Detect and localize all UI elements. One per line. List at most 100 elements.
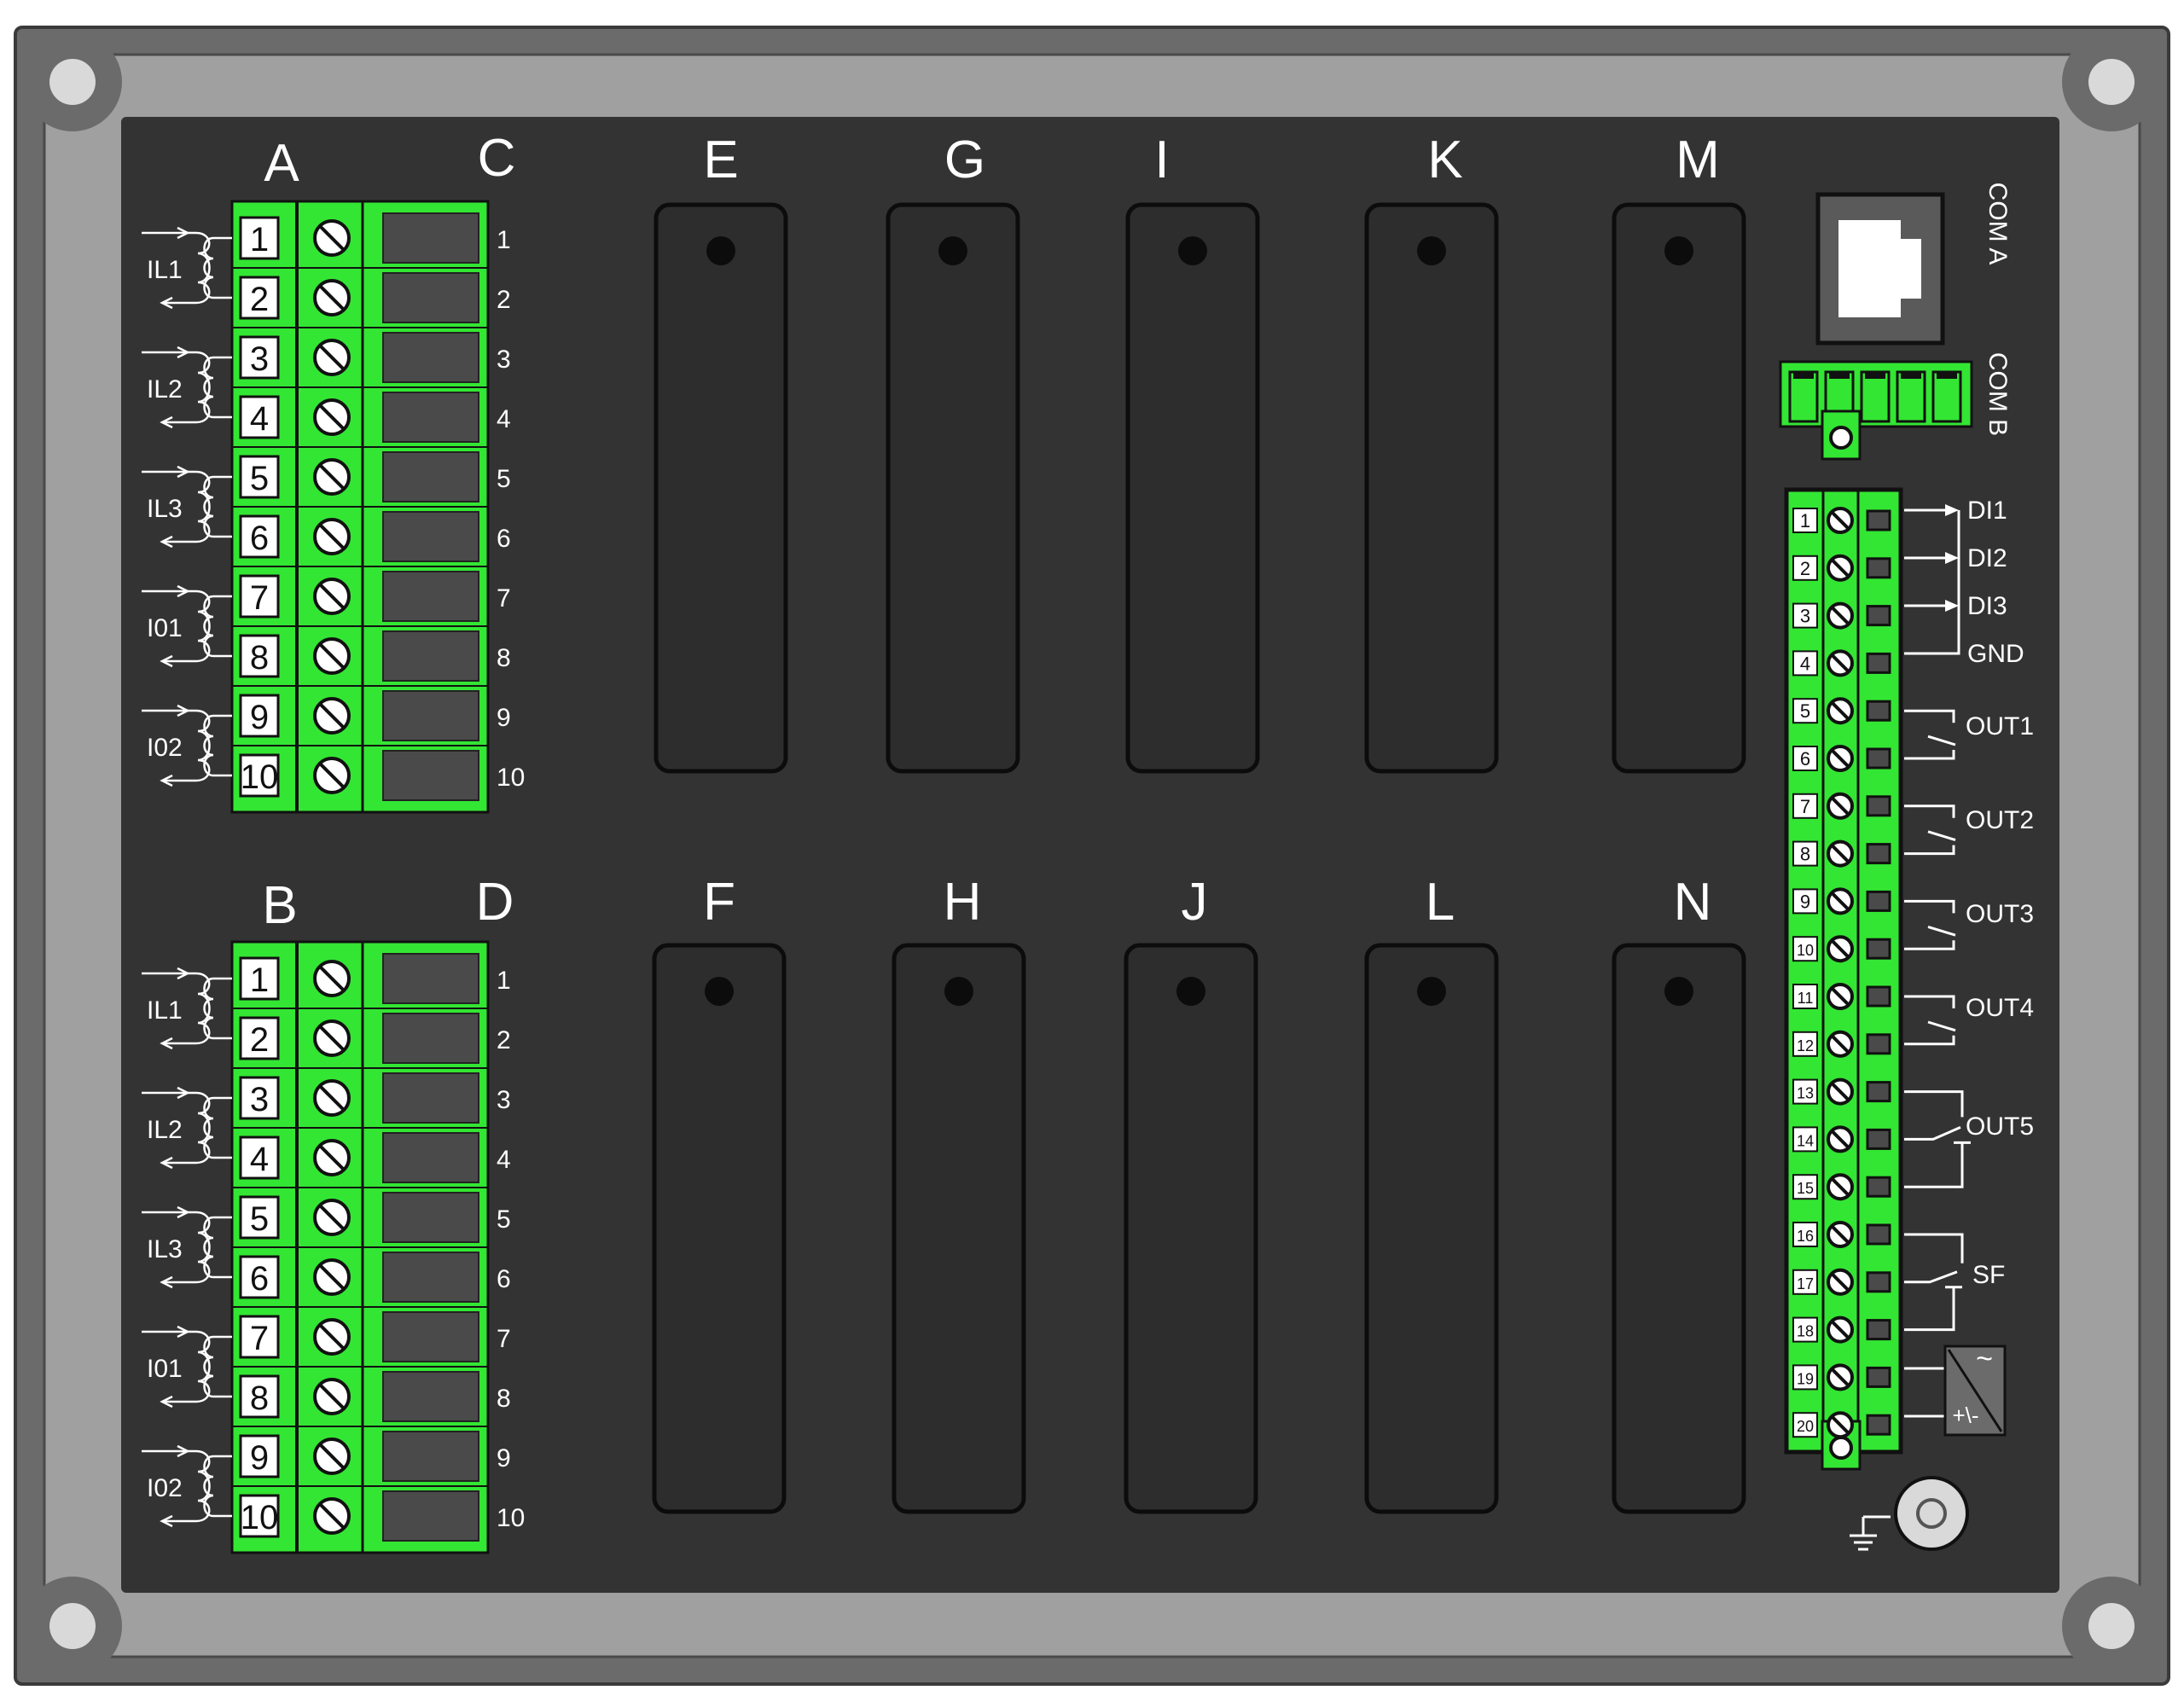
- corner-mount-top-right: [2062, 32, 2161, 131]
- slot-letter: E: [703, 131, 738, 189]
- ci-terminal-number: 6: [250, 520, 269, 557]
- io-terminal-number: 18: [1797, 1323, 1814, 1340]
- ground-stud: [1894, 1476, 1969, 1551]
- terminal-screw-icon: [1827, 1221, 1854, 1248]
- ci-side-number: 6: [497, 525, 511, 553]
- ci-side-number: 10: [497, 764, 525, 792]
- io-wire-entry: [1866, 700, 1891, 722]
- di1-label: DI1: [1967, 497, 2007, 525]
- sf-label: SF: [1972, 1261, 2005, 1289]
- terminal-screw-icon: [313, 757, 351, 794]
- terminal-screw-icon: [1827, 1268, 1854, 1296]
- terminal-screw-icon: [1827, 554, 1854, 582]
- io-terminal-number: 11: [1798, 990, 1814, 1007]
- terminal-screw-icon: [313, 637, 351, 675]
- io-wire-entry: [1866, 890, 1891, 912]
- ct-label: IL3: [147, 495, 183, 523]
- io-wire-entry: [1866, 1414, 1891, 1436]
- block-letter-a: A: [264, 134, 299, 193]
- option-slot-cover: [1364, 943, 1499, 1514]
- ci-terminal-number: 8: [250, 639, 269, 677]
- terminal-screw-icon: [1827, 983, 1854, 1010]
- io-wire-entry: [1866, 1033, 1891, 1055]
- ci-side-number: 9: [497, 1444, 511, 1472]
- io-wire-entry: [1866, 1319, 1891, 1341]
- io-wire-entry: [1866, 1081, 1891, 1103]
- com-b-pin: [1860, 370, 1891, 423]
- terminal-screw-icon: [1827, 507, 1854, 534]
- ct-label: IL2: [147, 375, 183, 404]
- ci-side-number: 7: [497, 1325, 511, 1353]
- ci-terminal-number: 7: [250, 579, 269, 617]
- ci-terminal-number: 5: [250, 460, 269, 497]
- ci-terminal-number: 7: [250, 1320, 269, 1357]
- ci-wire-entry: [382, 953, 479, 1004]
- terminal-screw-icon: [1827, 601, 1854, 630]
- terminal-screw-icon: [313, 960, 351, 997]
- com-b-pin: [1788, 370, 1819, 423]
- ci-wire-entry: [382, 272, 479, 323]
- com-b-pin-latch: [1829, 372, 1850, 379]
- ci-side-number: 5: [497, 1205, 511, 1234]
- option-slot-cover: [886, 202, 1020, 774]
- terminal-screw-icon: [313, 458, 351, 496]
- slot-letter: H: [944, 873, 982, 932]
- ci-terminal-number: 1: [250, 961, 269, 999]
- io-wire-entry: [1866, 1271, 1891, 1293]
- ci-side-number: 9: [497, 704, 511, 732]
- io-terminal-number: 16: [1797, 1228, 1814, 1245]
- ci-side-number: 2: [497, 1026, 511, 1054]
- io-wire-entry: [1866, 795, 1891, 817]
- io-wire-entry: [1866, 557, 1891, 579]
- ci-terminal-number: 2: [250, 281, 269, 318]
- terminal-screw-icon: [313, 518, 351, 555]
- io-terminal-number: 7: [1800, 796, 1810, 817]
- terminal-screw-icon: [313, 1497, 351, 1535]
- slot-screw-hole: [944, 977, 973, 1006]
- ct-label: IL1: [147, 256, 183, 284]
- com-b-pin-latch: [1865, 372, 1885, 379]
- terminal-screw-icon: [313, 1318, 351, 1356]
- ci-terminal-number: 2: [250, 1021, 269, 1059]
- slot-letter: M: [1676, 131, 1720, 189]
- panel-diagram: 1 12 23 34 45 56 67 78 89 910 10IL1IL2IL3I01I02 11…: [14, 26, 2170, 1686]
- gnd-label: GND: [1967, 640, 2024, 668]
- terminal-screw-icon: [1827, 1077, 1854, 1106]
- ci-terminal-number: 4: [250, 1141, 269, 1178]
- io-terminal-number: 13: [1797, 1085, 1814, 1102]
- com-b-pin-latch: [1901, 372, 1921, 379]
- io-terminal-number: 20: [1797, 1418, 1814, 1435]
- io-wire-entry: [1866, 985, 1891, 1008]
- mount-hole-icon: [1829, 426, 1853, 450]
- ct-label: IL2: [147, 1116, 183, 1144]
- slot-screw-hole: [1417, 236, 1446, 265]
- power-ac-symbol: ~: [1976, 1343, 1993, 1375]
- terminal-screw-icon: [1827, 1411, 1854, 1439]
- ci-wire-entry: [382, 511, 479, 562]
- out3-label: OUT3: [1966, 900, 2034, 928]
- io-terminal-number: 14: [1797, 1132, 1814, 1149]
- ci-terminal-number: 9: [250, 699, 269, 736]
- ci-wire-entry: [382, 1490, 479, 1542]
- slot-letter: G: [944, 131, 985, 189]
- corner-mount-bottom-left: [23, 1577, 122, 1676]
- di2-label: DI2: [1967, 544, 2007, 572]
- ct-label: IL1: [147, 996, 183, 1025]
- option-slot-cover: [1612, 202, 1746, 774]
- power-dc-symbol: +\-: [1952, 1403, 1978, 1428]
- slot-letter: L: [1426, 873, 1455, 932]
- ci-terminal-number: 8: [250, 1379, 269, 1417]
- terminal-screw-icon: [1827, 887, 1854, 915]
- ci-terminal-number: 5: [250, 1200, 269, 1238]
- ci-terminal-number: 3: [250, 1081, 269, 1118]
- terminal-screw-icon: [1827, 1173, 1854, 1201]
- com-b-connector: [1779, 360, 1973, 428]
- io-terminal-number: 2: [1800, 558, 1810, 579]
- ct-label: IL3: [147, 1235, 183, 1263]
- ci-terminal-number: 6: [250, 1260, 269, 1298]
- slot-letter: N: [1674, 873, 1712, 932]
- ci-wire-entry: [382, 690, 479, 741]
- ci-wire-entry: [382, 1072, 479, 1124]
- terminal-screw-icon: [1827, 839, 1854, 868]
- com-b-pin: [1896, 370, 1926, 423]
